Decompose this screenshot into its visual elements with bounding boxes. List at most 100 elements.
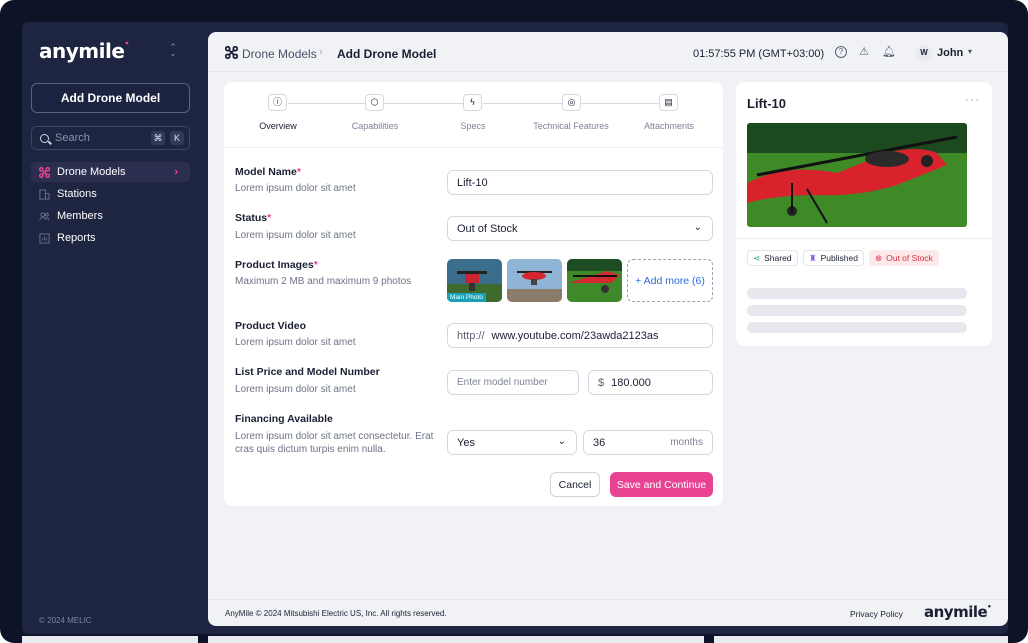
out-of-stock-badge: ⊗ Out of Stock xyxy=(869,250,939,266)
chevron-down-icon: ⌄ xyxy=(693,222,702,233)
rocket-icon: ♜ xyxy=(809,252,817,263)
step-label-overview[interactable]: Overview xyxy=(223,121,333,131)
product-image-1[interactable]: Main Photo xyxy=(447,259,502,302)
sidebar-item-label: Drone Models xyxy=(57,166,126,178)
skeleton-line xyxy=(747,305,967,316)
clock-readout: 01:57:55 PM (GMT+03:00) xyxy=(693,48,825,60)
cancel-button[interactable]: Cancel xyxy=(550,472,600,497)
model-name-desc: Lorem ipsum dolor sit amet xyxy=(235,183,356,194)
app-window: anymile• ⌃ ⌄ Add Drone Model Search ⌘ K D… xyxy=(22,22,1008,634)
save-and-continue-button[interactable]: Save and Continue xyxy=(610,472,713,497)
chevron-down-icon[interactable]: ▾ xyxy=(968,47,972,56)
shared-badge: ⋖ Shared xyxy=(747,250,798,266)
months-input[interactable]: 36 months xyxy=(583,430,713,455)
product-image-3[interactable] xyxy=(567,259,622,302)
sidebar-item-label: Stations xyxy=(57,188,97,200)
status-desc: Lorem ipsum dolor sit amet xyxy=(235,230,356,241)
sidebar-item-stations[interactable]: Stations xyxy=(31,184,190,204)
help-icon[interactable]: ? xyxy=(835,46,847,58)
product-images-label: Product Images* xyxy=(235,259,318,271)
product-video-input[interactable]: http://www.youtube.com/23awda2123as xyxy=(447,323,713,348)
financing-label: Financing Available xyxy=(235,413,333,425)
preview-image xyxy=(747,123,967,227)
price-input[interactable]: $180.000 xyxy=(588,370,713,395)
chevron-right-icon: › xyxy=(174,166,178,178)
sidebar-item-drone-models[interactable]: Drone Models › xyxy=(31,162,190,182)
model-name-label: Model Name* xyxy=(235,166,301,178)
financing-select[interactable]: Yes ⌄ xyxy=(447,430,577,455)
users-icon xyxy=(39,211,50,220)
drone-icon xyxy=(39,166,50,178)
footer-copyright: AnyMile © 2024 Mitsubishi Electric US, I… xyxy=(225,609,447,618)
x-circle-icon: ⊗ xyxy=(875,252,883,263)
warning-icon[interactable]: ⚠ xyxy=(858,46,870,58)
sidebar-nav: Drone Models › Stations Members Reports xyxy=(31,162,190,250)
sidebar-item-label: Reports xyxy=(57,232,96,244)
product-video-label: Product Video xyxy=(235,320,306,332)
sidebar-item-reports[interactable]: Reports xyxy=(31,228,190,248)
chart-icon xyxy=(39,232,50,244)
search-icon xyxy=(40,133,49,143)
kbd-cmd: ⌘ xyxy=(151,131,165,145)
bottom-strip xyxy=(22,636,1008,643)
months-suffix: months xyxy=(670,437,703,448)
topbar: Drone Models › Add Drone Model 01:57:55 … xyxy=(208,32,1008,72)
model-name-input[interactable]: Lift-10 xyxy=(447,170,713,195)
add-more-images-button[interactable]: + Add more (6) xyxy=(627,259,713,302)
search-placeholder: Search xyxy=(55,132,90,144)
step-label-capabilities[interactable]: Capabilities xyxy=(320,121,430,131)
avatar[interactable]: W xyxy=(916,45,932,61)
add-drone-model-button[interactable]: Add Drone Model xyxy=(31,83,190,113)
bell-icon[interactable]: 🔔︎ xyxy=(882,46,896,58)
form-card: ⓘ ⬡ ϟ ◎ ▤ Overview Capabilities Specs Te… xyxy=(224,82,723,506)
breadcrumb-drone-models[interactable]: Drone Models xyxy=(242,47,317,61)
more-options-icon[interactable]: ··· xyxy=(965,92,980,106)
kbd-k: K xyxy=(170,131,184,145)
status-label: Status* xyxy=(235,212,272,224)
divider xyxy=(736,238,992,239)
step-capabilities-cube-icon[interactable]: ⬡ xyxy=(365,94,384,111)
sidebar-logo: anymile• xyxy=(39,39,130,63)
url-prefix: http:// xyxy=(457,329,485,342)
published-badge: ♜ Published xyxy=(803,250,864,266)
product-images-desc: Maximum 2 MB and maximum 9 photos xyxy=(235,276,412,287)
sidebar: anymile• ⌃ ⌄ Add Drone Model Search ⌘ K D… xyxy=(22,22,208,634)
collapse-icon[interactable]: ⌃ ⌄ xyxy=(168,43,178,58)
preview-card: Lift-10 ··· ⋖ Shared ♜ Published ⊗ Out of S… xyxy=(736,82,992,346)
step-specs-bolt-icon[interactable]: ϟ xyxy=(463,94,482,111)
stepper: ⓘ ⬡ ϟ ◎ ▤ Overview Capabilities Specs Te… xyxy=(224,82,723,148)
search-input[interactable]: Search ⌘ K xyxy=(31,126,190,150)
sidebar-item-members[interactable]: Members xyxy=(31,206,190,226)
currency-symbol: $ xyxy=(598,376,605,389)
drone-icon xyxy=(225,46,238,59)
price-label: List Price and Model Number xyxy=(235,366,380,378)
main-panel: Drone Models › Add Drone Model 01:57:55 … xyxy=(208,32,1008,626)
step-attachments-file-icon[interactable]: ▤ xyxy=(659,94,678,111)
step-label-attachments[interactable]: Attachments xyxy=(614,121,724,131)
sidebar-copyright: © 2024 MELIC xyxy=(39,616,92,625)
user-name[interactable]: John xyxy=(937,47,963,59)
sidebar-item-label: Members xyxy=(57,210,103,222)
breadcrumb-current: Add Drone Model xyxy=(337,47,437,61)
product-video-desc: Lorem ipsum dolor sit amet xyxy=(235,337,356,348)
status-select[interactable]: Out of Stock ⌄ xyxy=(447,216,713,241)
privacy-policy-link[interactable]: Privacy Policy xyxy=(850,609,903,619)
main-photo-badge: Main Photo xyxy=(447,293,486,302)
price-desc: Lorem ipsum dolor sit amet xyxy=(235,384,356,395)
building-icon xyxy=(39,188,50,200)
product-image-2[interactable] xyxy=(507,259,562,302)
step-label-technical-features[interactable]: Technical Features xyxy=(516,121,626,131)
step-overview-info-icon[interactable]: ⓘ xyxy=(268,94,287,111)
footer: AnyMile © 2024 Mitsubishi Electric US, I… xyxy=(208,599,1008,626)
skeleton-line xyxy=(747,288,967,299)
share-icon: ⋖ xyxy=(753,252,761,263)
footer-logo: anymile• xyxy=(924,603,992,621)
step-technical-satellite-icon[interactable]: ◎ xyxy=(562,94,581,111)
skeleton-line xyxy=(747,322,967,333)
financing-desc: Lorem ipsum dolor sit amet consectetur. … xyxy=(235,431,434,455)
breadcrumb-separator-icon: › xyxy=(319,46,323,58)
model-number-input[interactable]: Enter model number xyxy=(447,370,579,395)
preview-title: Lift-10 xyxy=(747,96,786,111)
step-label-specs[interactable]: Specs xyxy=(418,121,528,131)
chevron-down-icon: ⌄ xyxy=(557,436,566,447)
